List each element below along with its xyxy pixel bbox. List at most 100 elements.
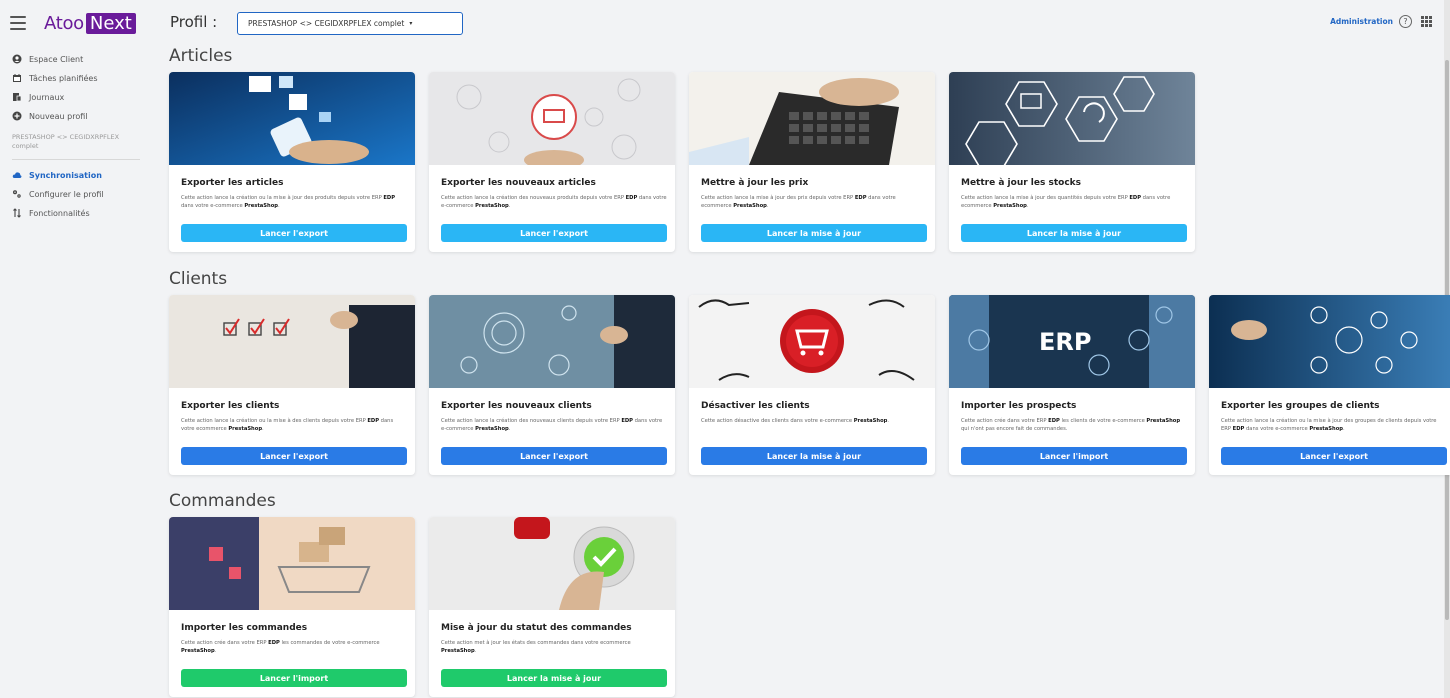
card-description-text: dans votre e-commerce (181, 203, 245, 209)
sidebar: Atoo Next Espace Client Tâches planifiée… (0, 0, 150, 698)
card-description: Cette action crée dans votre ERP EDP les… (961, 417, 1187, 433)
card-description: Cette action met à jour les états des co… (441, 639, 667, 655)
card-description-text: . (214, 648, 217, 654)
sidebar-item-label: Synchronisation (29, 170, 102, 180)
action-card: Désactiver les clients Cette action désac… (689, 295, 935, 475)
card-action-button[interactable]: Lancer l'export (441, 447, 667, 465)
card-action-button[interactable]: Lancer l'export (441, 224, 667, 242)
sidebar-item-label: Nouveau profil (29, 111, 88, 121)
logo[interactable]: Atoo Next (44, 12, 136, 34)
cart-network-image (429, 72, 675, 165)
sidebar-item-journaux[interactable]: Journaux (12, 88, 146, 106)
card-description-text: dans votre e-commerce (1244, 426, 1310, 432)
card-title: Désactiver les clients (701, 401, 810, 411)
administration-link[interactable]: Administration (1330, 17, 1393, 26)
action-card: Exporter les nouveaux articles Cette acti… (429, 72, 675, 252)
settings-icon (12, 189, 22, 199)
action-card: Mise à jour du statut des commandes Cette… (429, 517, 675, 697)
action-card: Exporter les nouveaux clients Cette actio… (429, 295, 675, 475)
card-description-text: Cette action met à jour les états des co… (441, 640, 631, 646)
card-description: Cette action lance la mise à jour des pr… (701, 194, 927, 210)
card-description-text: Cette action désactive des clients dans … (701, 418, 854, 424)
sidebar-item-label: Configurer le profil (29, 189, 104, 199)
sidebar-item-synchronisation[interactable]: Synchronisation (12, 166, 146, 184)
card-description-shop: PrestaShop (1309, 426, 1343, 432)
card-description-text: . (278, 203, 280, 209)
stock-icons-image (949, 72, 1195, 165)
card-description-text: Cette action lance la mise à jour des pr… (701, 195, 855, 201)
sidebar-item-espace-client[interactable]: Espace Client (12, 50, 146, 68)
calendar-icon (12, 73, 22, 83)
card-description-shop: PrestaShop (733, 203, 767, 209)
card-description-text: . (262, 426, 264, 432)
card-action-button[interactable]: Lancer l'export (181, 447, 407, 465)
card-description-erp: EDP (854, 195, 867, 201)
sidebar-item-label: Journaux (29, 92, 65, 102)
action-card: Exporter les clients Cette action lance l… (169, 295, 415, 475)
help-icon[interactable]: ? (1399, 15, 1412, 28)
card-description: Cette action lance la création ou la mis… (181, 194, 407, 210)
card-action-button[interactable]: Lancer la mise à jour (441, 669, 667, 687)
sidebar-nav: Espace Client Tâches planifiées Journaux… (12, 50, 146, 223)
card-description-text: les clients de votre e-commerce (1059, 418, 1147, 424)
cloud-icon (12, 170, 22, 180)
shopping-cart-boxes-image (169, 517, 415, 610)
profile-select[interactable]: PRESTASHOP <> CEGIDXRPFLEX complet ▾ (237, 12, 463, 35)
sidebar-item-configurer[interactable]: Configurer le profil (12, 185, 146, 203)
card-action-button[interactable]: Lancer l'export (181, 224, 407, 242)
sidebar-item-taches[interactable]: Tâches planifiées (12, 69, 146, 87)
action-card: ERP Importer les prospects Cette action cr… (949, 295, 1195, 475)
card-description: Cette action lance la création des nouve… (441, 417, 667, 433)
card-action-button[interactable]: Lancer la mise à jour (961, 224, 1187, 242)
card-title: Exporter les clients (181, 401, 280, 411)
card-description-erp: EDP (1048, 418, 1060, 424)
card-action-button[interactable]: Lancer l'import (961, 447, 1187, 465)
sidebar-item-nouveau-profil[interactable]: Nouveau profil (12, 107, 146, 125)
card-description-text: Cette action lance la création des nouve… (441, 195, 626, 201)
card-description-text: Cette action lance la création ou la mis… (181, 418, 368, 424)
card-action-button[interactable]: Lancer l'import (181, 669, 407, 687)
plus-circle-icon (12, 111, 22, 121)
card-action-button[interactable]: Lancer l'export (1221, 447, 1447, 465)
card-description-text: Cette action crée dans votre ERP (181, 640, 269, 646)
hamburger-menu-icon[interactable] (10, 16, 26, 30)
sidebar-divider (12, 159, 140, 160)
card-title: Mise à jour du statut des commandes (441, 623, 632, 633)
card-description-erp: EDP (268, 640, 280, 646)
profile-label: Profil : (170, 13, 218, 31)
card-title: Mettre à jour les stocks (961, 178, 1081, 188)
action-card: Importer les commandes Cette action crée … (169, 517, 415, 697)
status-button-image (429, 517, 675, 610)
user-circle-icon (12, 54, 22, 64)
card-title: Mettre à jour les prix (701, 178, 809, 188)
card-description-text: . (508, 426, 511, 432)
top-right-actions: Administration ? (1330, 15, 1432, 28)
card-description-text: Cette action crée dans votre ERP (961, 418, 1049, 424)
card-description-erp: EDP (367, 418, 380, 424)
apps-grid-icon[interactable] (1421, 16, 1432, 27)
logo-text-next: Next (85, 12, 136, 34)
card-description-shop: PrestaShop (441, 648, 475, 654)
card-description-shop: PrestaShop (475, 203, 509, 209)
card-description-erp: EDP (621, 418, 633, 424)
card-description-text: . (1026, 203, 1029, 209)
card-description-erp: EDP (625, 195, 638, 201)
card-action-button[interactable]: Lancer la mise à jour (701, 447, 927, 465)
logo-text-atoo: Atoo (44, 12, 84, 34)
card-description-erp: EDP (1129, 195, 1142, 201)
card-description-text: . (1342, 426, 1345, 432)
erp-image: ERP (949, 295, 1195, 388)
card-description-shop: PrestaShop (228, 426, 263, 432)
sidebar-item-label: Fonctionnalités (29, 208, 90, 218)
calculator-image (689, 72, 935, 165)
card-description-erp: EDP (1232, 426, 1245, 432)
phone-shopping-image (169, 72, 415, 165)
section-title-clients: Clients (169, 269, 228, 289)
card-description-shop: PrestaShop (853, 418, 888, 424)
card-description-text: Cette action lance la mise à jour des qu… (961, 195, 1130, 201)
people-network-image (1209, 295, 1450, 388)
caret-down-icon: ▾ (409, 20, 413, 27)
card-action-button[interactable]: Lancer la mise à jour (701, 224, 927, 242)
sidebar-item-fonctionnalites[interactable]: Fonctionnalités (12, 204, 146, 222)
card-description: Cette action lance la création ou la mis… (181, 417, 407, 433)
